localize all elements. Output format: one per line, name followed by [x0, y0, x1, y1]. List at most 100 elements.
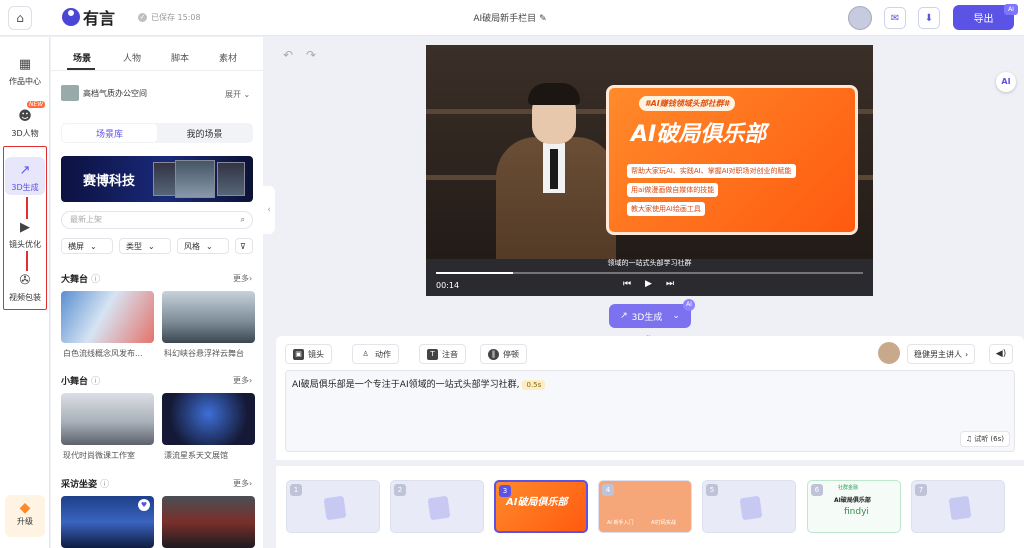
- tab-material[interactable]: 素材: [219, 51, 237, 64]
- ai-assistant-button[interactable]: AI: [996, 72, 1016, 92]
- more-link[interactable]: 更多›: [233, 273, 252, 284]
- frame-placeholder-icon: [427, 495, 451, 521]
- pause-icon: ‖: [488, 348, 499, 360]
- generate-3d-button[interactable]: ↗ 3D生成 ⌄: [609, 304, 691, 328]
- upgrade-label: 升级: [17, 517, 33, 526]
- download-button[interactable]: ⬇: [918, 7, 940, 29]
- banner-shot: [175, 160, 215, 198]
- camera-button[interactable]: ▣ 镜头: [285, 344, 332, 364]
- undo-icon: ↶: [283, 48, 294, 62]
- scene-thumbnail[interactable]: ♥: [61, 496, 154, 548]
- speaker-select[interactable]: 稳健男主讲人 ›: [907, 344, 976, 364]
- new-badge: NEW: [27, 101, 46, 108]
- phonetic-button[interactable]: T 注音: [419, 344, 466, 364]
- annotation-box: [3, 146, 47, 310]
- action-button[interactable]: ♙ 动作: [352, 344, 399, 364]
- pause-chip[interactable]: 0.5s: [522, 380, 546, 390]
- diamond-icon: ◆: [19, 500, 31, 516]
- script-text: AI破局俱乐部是一个专注于AI领域的一站式头部学习社群,: [292, 380, 520, 390]
- more-link[interactable]: 更多›: [233, 375, 252, 386]
- video-progress-bar[interactable]: [436, 272, 863, 274]
- audition-button[interactable]: ♫ 试听 (6s): [959, 431, 1010, 447]
- scene-caption: 科幻峡谷悬浮祥云舞台: [164, 349, 244, 358]
- storyboard-frame[interactable]: 5: [702, 480, 796, 533]
- edit-pencil-icon[interactable]: ✎: [539, 14, 547, 24]
- redo-button[interactable]: ↷: [306, 48, 316, 62]
- next-icon[interactable]: ⏭: [666, 279, 674, 289]
- script-textarea[interactable]: AI破局俱乐部是一个专注于AI领域的一站式头部学习社群, 0.5s ♫ 试听 (6s…: [285, 370, 1015, 452]
- nav-label: 作品中心: [9, 77, 41, 86]
- home-button[interactable]: ⌂: [8, 6, 32, 30]
- frame-label: AI打码实战: [651, 520, 676, 526]
- undo-button[interactable]: ↶: [283, 48, 293, 62]
- current-room[interactable]: 高档气质办公空间: [61, 85, 147, 101]
- volume-button[interactable]: ◀): [989, 344, 1013, 364]
- toolbar-label: 停顿: [503, 349, 519, 359]
- camera-icon: ▣: [293, 348, 304, 360]
- user-avatar[interactable]: [848, 6, 872, 30]
- pause-button[interactable]: ‖ 停顿: [480, 344, 527, 364]
- scene-caption: 白色流线概念风发布...: [63, 349, 143, 358]
- scene-thumbnail[interactable]: [61, 393, 154, 445]
- room-thumbnail: [61, 85, 79, 101]
- filter-button[interactable]: ⊽: [235, 238, 253, 254]
- segment-scene-library[interactable]: 场景库: [62, 124, 157, 142]
- phonetic-icon: T: [427, 348, 438, 360]
- filter-type[interactable]: 类型 ⌄: [119, 238, 171, 254]
- scene-search-input[interactable]: 最新上架 ⌕: [61, 211, 253, 229]
- scene-thumbnail[interactable]: [61, 291, 154, 343]
- nav-works-center[interactable]: ▦ 作品中心: [0, 55, 50, 87]
- frame-title: AI破局俱乐部: [834, 497, 871, 504]
- storyboard-frame-selected[interactable]: 3 AI破局俱乐部: [494, 480, 588, 533]
- project-title[interactable]: AI破局新手栏目 ✎: [420, 11, 600, 24]
- redo-icon: ↷: [306, 48, 317, 62]
- more-link[interactable]: 更多›: [233, 478, 252, 489]
- panel-tabs: 场景 人物 脚本 素材: [51, 51, 263, 71]
- presenter-tie: [550, 149, 558, 189]
- storyboard-frame[interactable]: 7: [911, 480, 1005, 533]
- prev-icon[interactable]: ⏮: [623, 279, 631, 289]
- frame-placeholder-icon: [323, 495, 347, 521]
- expand-button[interactable]: 展开 ⌄: [225, 89, 250, 100]
- storyboard-frame[interactable]: 1: [286, 480, 380, 533]
- speaker-avatar[interactable]: [878, 342, 900, 364]
- chevron-down-icon: ⌄: [90, 241, 97, 251]
- person-icon: ♙: [360, 348, 371, 360]
- storyboard-frame[interactable]: 4 AI 新手入门 AI打码实战: [598, 480, 692, 533]
- tab-script[interactable]: 脚本: [171, 51, 189, 64]
- panel-collapse-handle[interactable]: ‹: [263, 186, 275, 234]
- storyboard-frame[interactable]: 2: [390, 480, 484, 533]
- chevron-down-icon[interactable]: ⌄: [672, 311, 680, 321]
- upgrade-button[interactable]: ◆ 升级: [5, 495, 45, 537]
- scene-panel: 场景 人物 脚本 素材 高档气质办公空间 展开 ⌄ 场景库 我的场景 赛博科技 …: [51, 37, 263, 548]
- tab-character[interactable]: 人物: [123, 51, 141, 64]
- frame-number: 7: [915, 484, 927, 496]
- nav-3d-avatar[interactable]: NEW ☻ 3D人物: [0, 101, 50, 139]
- chevron-down-icon: ⌄: [148, 241, 155, 251]
- video-preview[interactable]: #AI赚钱领域头部社群# AI破局俱乐部 帮助大家玩AI、实践AI、掌握AI对职…: [426, 45, 873, 296]
- segment-my-scenes[interactable]: 我的场景: [157, 124, 252, 142]
- logo-icon: [62, 8, 80, 26]
- message-button[interactable]: ✉: [884, 7, 906, 29]
- card-line: 帮助大家玩AI、实践AI、掌握AI对职场对创业的赋能: [627, 164, 796, 178]
- play-icon[interactable]: ▶: [645, 279, 652, 289]
- frame-label: AI 新手入门: [607, 520, 634, 526]
- search-icon[interactable]: ⌕: [241, 212, 245, 228]
- chevron-right-icon: ›: [965, 349, 969, 359]
- heart-icon[interactable]: ♥: [138, 499, 150, 511]
- filter-orientation[interactable]: 横屏 ⌄: [61, 238, 113, 254]
- script-content: AI破局俱乐部是一个专注于AI领域的一站式头部学习社群, 0.5s: [292, 377, 546, 390]
- banner-title: 赛博科技: [83, 174, 136, 189]
- scene-thumbnail[interactable]: [162, 496, 255, 548]
- trend-icon: ↗: [620, 311, 628, 321]
- scene-caption: 漂流星系天文展馆: [164, 451, 228, 460]
- scene-thumbnail[interactable]: [162, 393, 255, 445]
- promo-banner[interactable]: 赛博科技: [61, 156, 253, 202]
- storyboard-frame[interactable]: 6 社群金融 AI破局俱乐部 findyi: [807, 480, 901, 533]
- tab-scene[interactable]: 场景: [73, 51, 91, 64]
- scene-thumbnail[interactable]: [162, 291, 255, 343]
- app-logo[interactable]: 有言: [62, 5, 115, 29]
- filter-style[interactable]: 风格 ⌄: [177, 238, 229, 254]
- section-title: 大舞台 ⓘ: [61, 275, 101, 285]
- avatar-icon: ☻: [18, 108, 32, 124]
